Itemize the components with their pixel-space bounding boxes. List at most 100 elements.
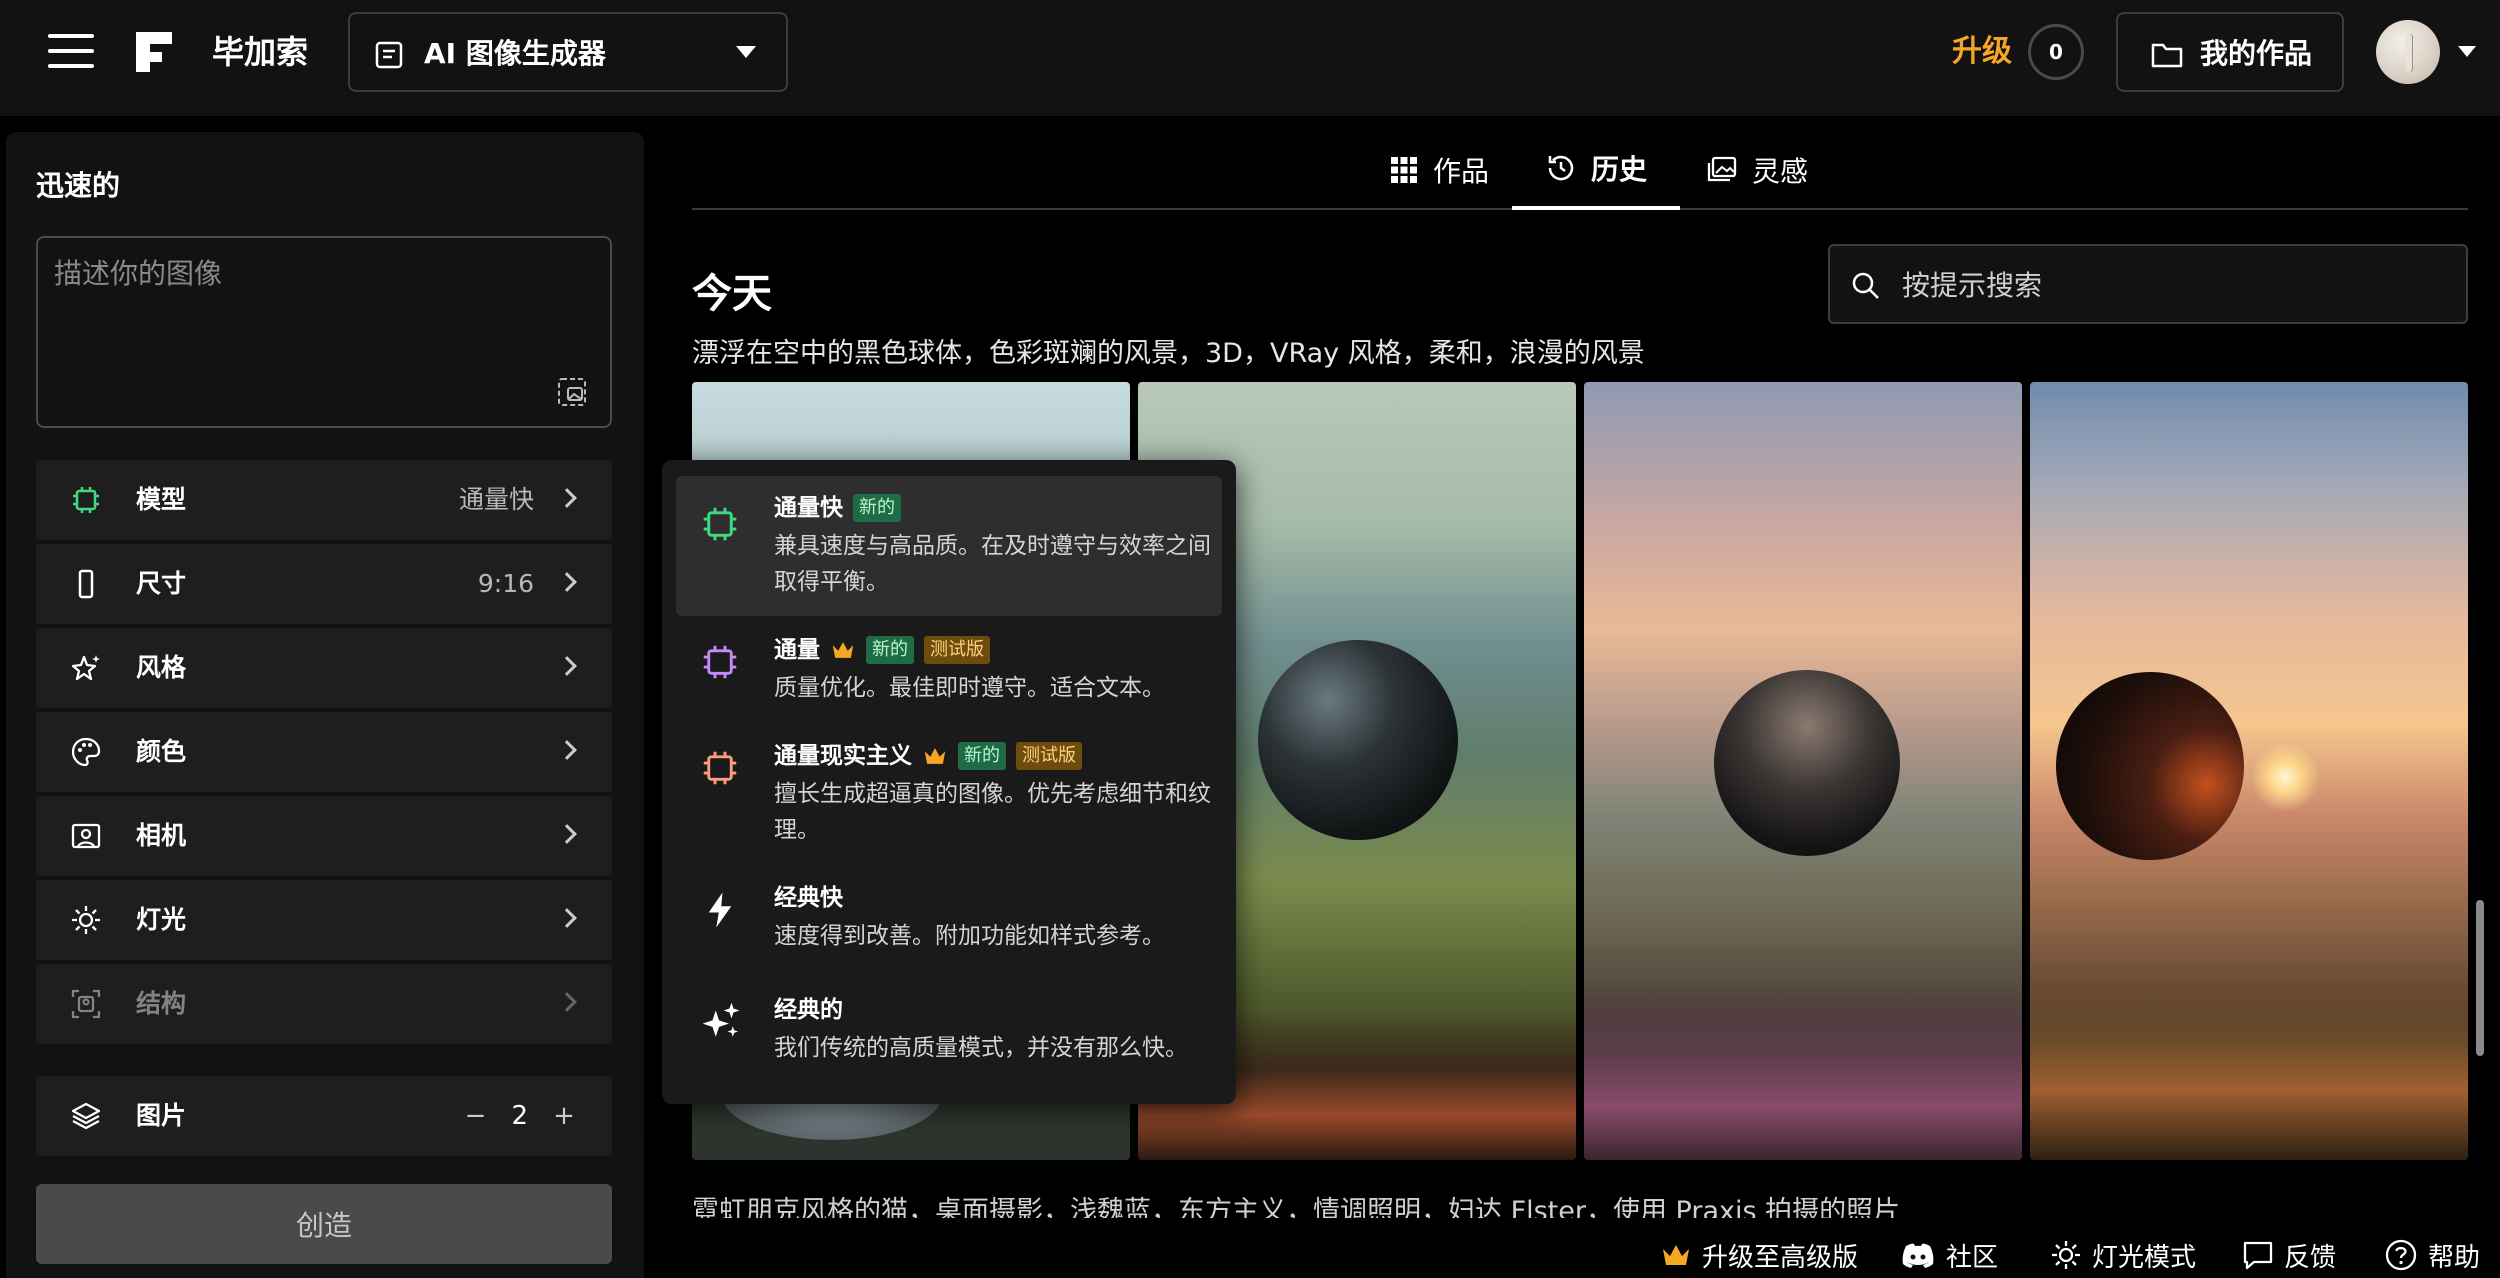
phone-portrait-icon: [78, 569, 94, 599]
next-generation-prompt-caption[interactable]: 霓虹朋克风格的猫，桌面摄影，浅魏蓝，东方主义，情调照明，妇达 Flster，使用…: [692, 1192, 1900, 1218]
tab-history[interactable]: 历史: [1512, 130, 1680, 210]
option-lighting[interactable]: 灯光: [36, 880, 612, 960]
option-label: 颜色: [136, 737, 187, 766]
brand-logo[interactable]: [132, 28, 176, 76]
model-name: 经典快: [774, 885, 843, 911]
view-tabs: 作品 历史 灵感: [692, 130, 2468, 210]
footer-feedback[interactable]: 反馈: [2242, 1232, 2336, 1278]
tab-label: 历史: [1590, 153, 1647, 186]
generation-prompt-caption[interactable]: 漂浮在空中的黑色球体，色彩斑斓的风景，3D，VRay 风格，柔和，浪漫的风景: [692, 334, 1645, 374]
star-sparkle-icon: [71, 655, 100, 681]
generated-image-4[interactable]: [2030, 382, 2468, 1160]
option-size[interactable]: 尺寸 9:16: [36, 544, 612, 624]
search-box: [1828, 244, 2468, 324]
chevron-right-icon: [557, 656, 577, 676]
option-label: 灯光: [136, 905, 187, 934]
model-option-flux-realism[interactable]: 通量现实主义 新的 测试版 擅长生成超逼真的图像。优先考虑细节和纹理。: [676, 728, 1222, 862]
grid-icon: [1390, 157, 1417, 183]
option-color[interactable]: 颜色: [36, 712, 612, 792]
footer-label: 反馈: [2284, 1242, 2337, 1273]
crown-icon: [1663, 1245, 1689, 1265]
decrement-button[interactable]: −: [457, 1096, 493, 1136]
model-option-description: 擅长生成超逼真的图像。优先考虑细节和纹理。: [774, 781, 1211, 843]
badge-new: 新的: [853, 494, 901, 522]
sparkles-icon: [702, 1002, 740, 1037]
crown-icon: [832, 642, 854, 658]
chevron-down-icon[interactable]: [2458, 46, 2476, 57]
footer-upgrade-pro[interactable]: 升级至高级版: [1660, 1232, 1858, 1278]
layers-icon: [71, 1102, 101, 1130]
model-option-classic-fast[interactable]: 经典快 速度得到改善。附加功能如样式参考。: [676, 870, 1222, 974]
option-model[interactable]: 模型 通量快: [36, 460, 612, 540]
sun-icon: [72, 906, 100, 934]
search-input[interactable]: [1902, 264, 2442, 306]
footer-label: 社区: [1946, 1242, 1999, 1273]
option-label: 尺寸: [136, 569, 187, 598]
chip-icon: [703, 645, 737, 679]
my-works-button[interactable]: 我的作品: [2116, 12, 2344, 92]
option-label: 风格: [136, 653, 187, 682]
option-style[interactable]: 风格: [36, 628, 612, 708]
footer-label: 升级至高级版: [1702, 1242, 1859, 1273]
image-upload-icon[interactable]: [556, 376, 588, 408]
avatar[interactable]: [2376, 20, 2440, 84]
chevron-right-icon: [557, 824, 577, 844]
model-option-flux[interactable]: 通量 新的 测试版 质量优化。最佳即时遵守。适合文本。: [676, 622, 1222, 724]
prompt-input[interactable]: [54, 252, 594, 382]
credits-counter: 0: [2028, 24, 2084, 80]
chip-icon: [703, 751, 737, 785]
badge-new: 新的: [958, 742, 1006, 770]
prompt-box: [36, 236, 612, 428]
scrollbar-thumb[interactable]: [2476, 900, 2484, 1056]
my-works-label: 我的作品: [2200, 37, 2313, 70]
tool-selector-label: AI 图像生成器: [424, 37, 606, 70]
model-option-description: 兼具速度与高品质。在及时遵守与效率之间取得平衡。: [774, 533, 1211, 595]
tab-inspiration[interactable]: 灵感: [1692, 130, 1822, 210]
image-count-stepper: − 2 +: [457, 1096, 582, 1136]
badge-new: 新的: [866, 636, 914, 664]
tab-label: 作品: [1432, 155, 1489, 188]
model-option-description: 质量优化。最佳即时遵守。适合文本。: [774, 675, 1165, 701]
folder-icon: [2151, 43, 2183, 68]
model-option-description: 速度得到改善。附加功能如样式参考。: [774, 923, 1165, 949]
image-count-row: 图片 − 2 +: [36, 1076, 612, 1156]
model-option-flux-fast[interactable]: 通量快 新的 兼具速度与高品质。在及时遵守与效率之间取得平衡。: [676, 476, 1222, 616]
option-structure[interactable]: 结构: [36, 964, 612, 1044]
footer-light-mode[interactable]: 灯光模式: [2050, 1232, 2196, 1278]
footer-label: 帮助: [2428, 1242, 2481, 1273]
model-option-title: 通量 新的 测试版: [774, 632, 990, 668]
tool-selector-dropdown[interactable]: AI 图像生成器: [348, 12, 788, 92]
option-value: 通量快: [458, 485, 534, 514]
brand-name[interactable]: 毕加索: [212, 30, 308, 74]
increment-button[interactable]: +: [546, 1096, 582, 1136]
badge-beta: 测试版: [924, 636, 990, 664]
option-label: 结构: [136, 989, 187, 1018]
camera-portrait-icon: [71, 823, 101, 849]
tab-works[interactable]: 作品: [1374, 130, 1504, 210]
chat-bubble-icon: [2243, 1241, 2273, 1270]
model-option-description: 我们传统的高质量模式，并没有那么快。: [774, 1035, 1188, 1061]
badge-beta: 测试版: [1016, 742, 1082, 770]
crown-icon: [924, 748, 946, 764]
footer-community[interactable]: 社区: [1900, 1232, 1998, 1278]
model-option-classic[interactable]: 经典的 我们传统的高质量模式，并没有那么快。: [676, 982, 1222, 1086]
hamburger-menu-icon[interactable]: [48, 34, 94, 70]
help-circle-icon: [2385, 1239, 2417, 1271]
section-title-today: 今天: [692, 271, 772, 317]
structure-icon: [71, 989, 101, 1019]
discord-icon: [1902, 1243, 1934, 1268]
model-dropdown-menu: 通量快 新的 兼具速度与高品质。在及时遵守与效率之间取得平衡。 通量 新的 测试…: [662, 460, 1236, 1104]
history-icon: [1548, 155, 1574, 181]
option-label: 模型: [136, 485, 187, 514]
upgrade-link[interactable]: 升级: [1952, 30, 2012, 74]
sidebar-title: 迅速的: [36, 169, 121, 202]
chevron-right-icon: [557, 572, 577, 592]
model-name: 通量快: [774, 495, 843, 521]
footer-help[interactable]: 帮助: [2384, 1232, 2480, 1278]
bolt-icon: [708, 892, 732, 928]
model-option-title: 通量现实主义 新的 测试版: [774, 738, 1082, 774]
generated-image-3[interactable]: [1584, 382, 2022, 1160]
create-button[interactable]: 创造: [36, 1184, 612, 1264]
model-option-title: 经典快: [774, 880, 843, 916]
option-camera[interactable]: 相机: [36, 796, 612, 876]
